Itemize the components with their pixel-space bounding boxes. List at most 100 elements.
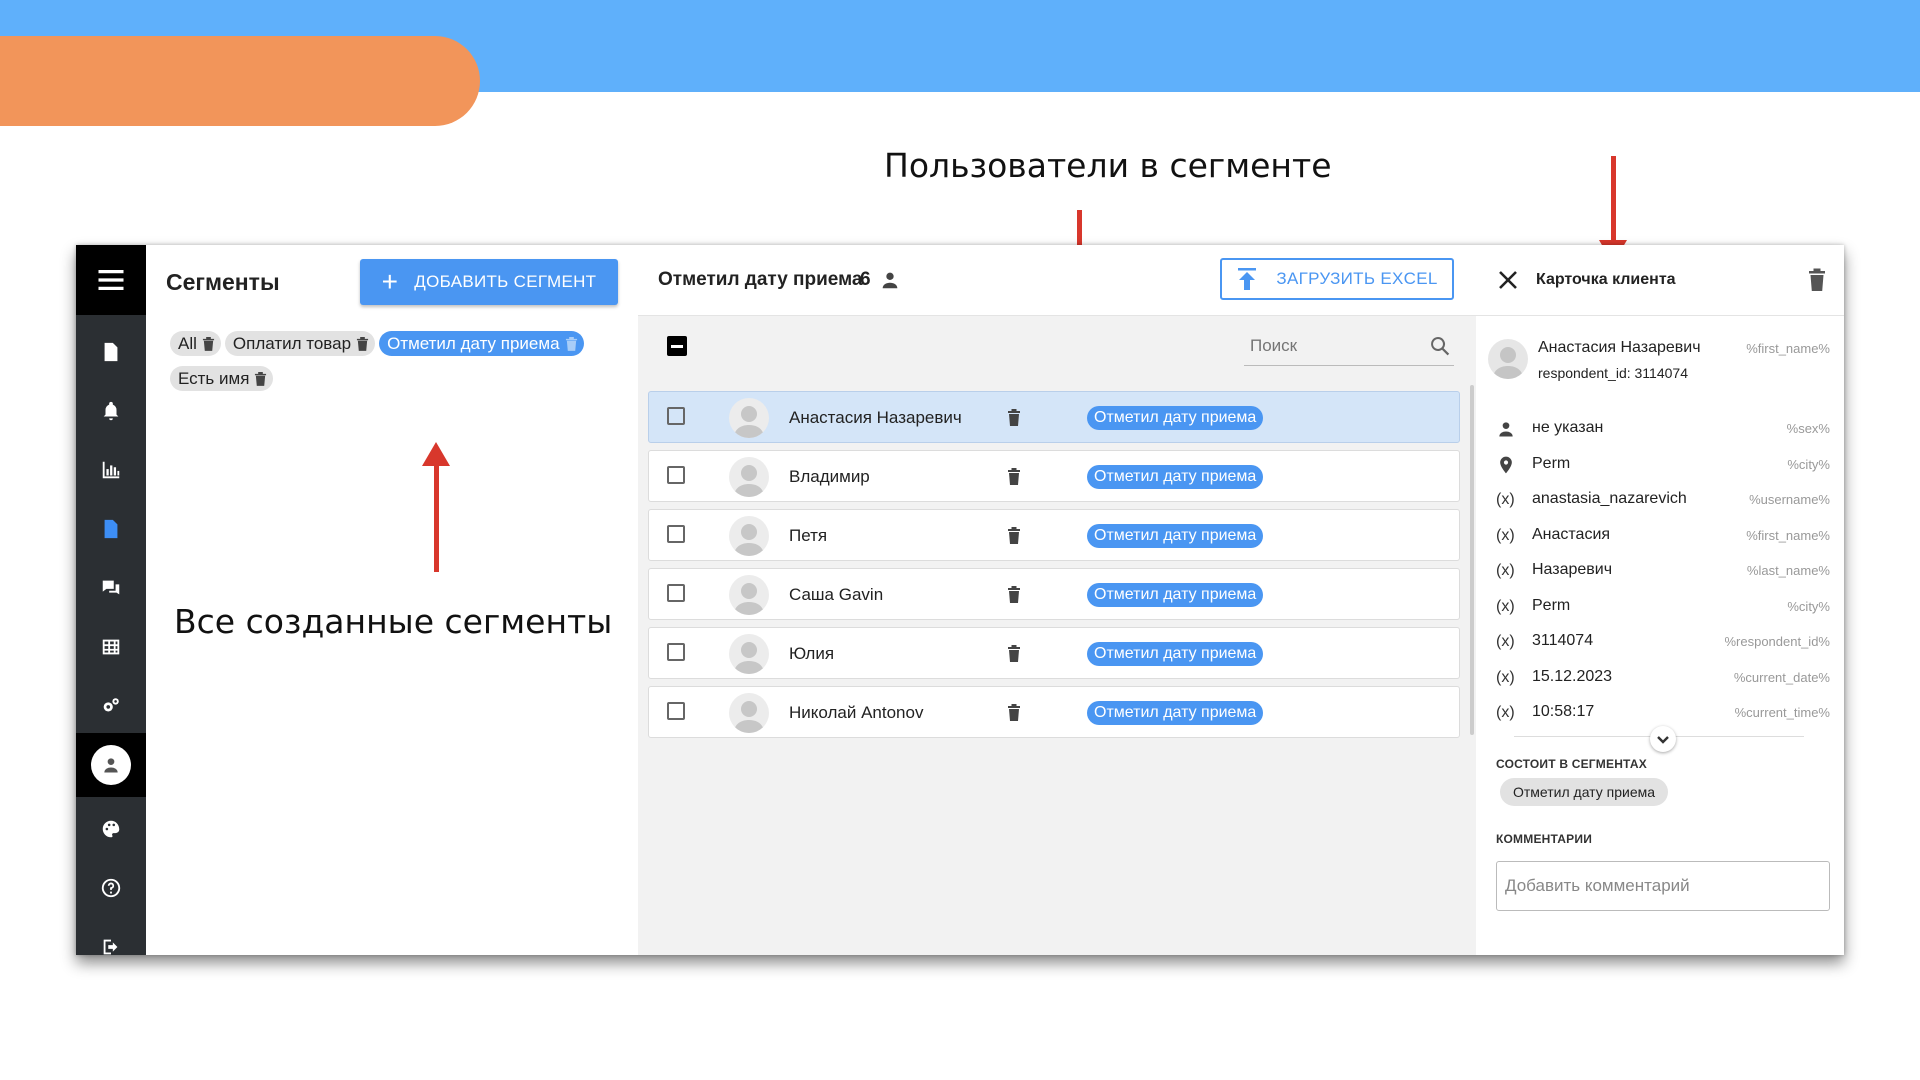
user-row[interactable]: Юлия Отметил дату приема: [648, 627, 1460, 679]
avatar: [1488, 339, 1528, 379]
sidebar-item-settings[interactable]: [76, 678, 146, 734]
attribute-variable: %city%: [1787, 599, 1830, 614]
user-row[interactable]: Николай Antonov Отметил дату приема: [648, 686, 1460, 738]
row-checkbox[interactable]: [667, 466, 685, 484]
trash-icon[interactable]: [1007, 585, 1021, 603]
upload-excel-button[interactable]: ЗАГРУЗИТЬ EXCEL: [1220, 258, 1454, 300]
menu-button[interactable]: [76, 245, 146, 315]
sidebar-item-dashboard[interactable]: [76, 801, 146, 857]
avatar: [729, 575, 769, 615]
user-row[interactable]: Владимир Отметил дату приема: [648, 450, 1460, 502]
user-row[interactable]: Саша Gavin Отметил дату приема: [648, 568, 1460, 620]
bell-icon: [103, 401, 119, 421]
users-count: 6: [860, 269, 901, 291]
sidebar-item-segments[interactable]: [76, 501, 146, 557]
attribute-value: 10:58:17: [1532, 703, 1595, 720]
user-row[interactable]: Анастасия Назаревич Отметил дату приема: [648, 391, 1460, 443]
client-segment-chip[interactable]: Отметил дату приема: [1500, 778, 1669, 806]
sidebar-item-users[interactable]: [76, 733, 146, 797]
variable-icon: (x): [1496, 598, 1515, 615]
variable-icon: (x): [1496, 633, 1515, 650]
expand-attributes-button[interactable]: [1650, 726, 1676, 752]
attribute-row-current-time: (x) 10:58:17 %current_time%: [1496, 701, 1830, 725]
select-all-checkbox[interactable]: [667, 336, 687, 356]
avatar: [729, 516, 769, 556]
sidebar-item-chats[interactable]: [76, 560, 146, 616]
table-icon: [102, 639, 120, 655]
trash-icon[interactable]: [565, 336, 578, 351]
attribute-variable: %last_name%: [1746, 563, 1830, 578]
bar-chart-icon: [102, 461, 120, 479]
client-name: Анастасия Назаревич: [1538, 339, 1701, 356]
sidebar-item-analytics[interactable]: [76, 442, 146, 498]
trash-icon[interactable]: [1007, 408, 1021, 426]
trash-icon[interactable]: [1808, 268, 1826, 292]
segment-tag: Отметил дату приема: [1087, 642, 1264, 666]
segments-title: Сегменты: [166, 269, 280, 295]
user-name: Анастасия Назаревич: [789, 408, 962, 427]
segment-tag: Отметил дату приема: [1087, 701, 1264, 725]
avatar-placeholder-icon: [734, 701, 764, 733]
segment-chip-has-name[interactable]: Есть имя: [170, 366, 274, 391]
sidebar-item-notifications[interactable]: [76, 383, 146, 439]
user-row[interactable]: Петя Отметил дату приема: [648, 509, 1460, 561]
user-name: Владимир: [789, 467, 870, 486]
attribute-variable: %sex%: [1786, 421, 1830, 436]
arrow-to-segments: [422, 442, 450, 572]
avatar-placeholder-icon: [734, 465, 764, 497]
sidebar-item-help[interactable]: [76, 860, 146, 916]
segment-chip-label: Отметил дату приема: [387, 333, 560, 353]
help-icon: [101, 878, 121, 898]
sidebar: [76, 245, 146, 955]
segment-chip-label: All: [178, 333, 197, 353]
trash-icon[interactable]: [1007, 703, 1021, 721]
document-icon: [104, 519, 118, 539]
sidebar-item-logout[interactable]: [76, 919, 146, 955]
trash-icon[interactable]: [1007, 467, 1021, 485]
trash-icon[interactable]: [356, 336, 369, 351]
trash-icon[interactable]: [1007, 644, 1021, 662]
row-checkbox[interactable]: [667, 407, 685, 425]
segment-chip-paid[interactable]: Оплатил товар: [224, 331, 376, 356]
sidebar-item-documents[interactable]: [76, 324, 146, 380]
attribute-row-current-date: (x) 15.12.2023 %current_date%: [1496, 666, 1830, 690]
attribute-variable: %city%: [1787, 457, 1830, 472]
avatar: [729, 398, 769, 438]
attribute-row-last-name: (x) Назаревич %last_name%: [1496, 559, 1830, 583]
upload-excel-label: ЗАГРУЗИТЬ EXCEL: [1276, 269, 1438, 288]
attribute-row-first-name: (x) Анастасия %first_name%: [1496, 524, 1830, 548]
attribute-row-respondent-id: (x) 3114074 %respondent_id%: [1496, 630, 1830, 654]
chevron-down-icon: [1657, 736, 1669, 744]
trash-icon[interactable]: [254, 371, 267, 386]
users-panel: Отметил дату приема 6 ЗАГРУЗИТЬ EXCEL Ан…: [638, 245, 1477, 955]
search-icon[interactable]: [1428, 334, 1452, 358]
comment-input[interactable]: [1496, 861, 1830, 911]
trash-icon[interactable]: [202, 336, 215, 351]
search-input[interactable]: [1248, 331, 1412, 361]
row-checkbox[interactable]: [667, 525, 685, 543]
sidebar-item-tables[interactable]: [76, 619, 146, 675]
row-checkbox[interactable]: [667, 584, 685, 602]
attribute-value: Анастасия: [1532, 526, 1611, 543]
row-checkbox[interactable]: [667, 643, 685, 661]
person-icon: [104, 758, 118, 773]
segment-chip-all[interactable]: All: [170, 331, 221, 356]
segment-chip-appointment[interactable]: Отметил дату приема: [379, 331, 584, 356]
user-name: Саша Gavin: [789, 585, 884, 604]
attribute-variable: %first_name%: [1746, 528, 1830, 543]
add-segment-label: ДОБАВИТЬ СЕГМЕНТ: [414, 272, 597, 291]
users-scrollbar[interactable]: [1470, 385, 1474, 735]
client-card-panel: Карточка клиента Анастасия Назаревич %fi…: [1476, 245, 1844, 955]
slide-orange-tab: [0, 36, 480, 126]
add-segment-button[interactable]: + ДОБАВИТЬ СЕГМЕНТ: [360, 259, 618, 305]
attribute-value: 15.12.2023: [1532, 668, 1613, 685]
close-icon[interactable]: [1498, 270, 1518, 290]
row-checkbox[interactable]: [667, 702, 685, 720]
variable-icon: (x): [1496, 562, 1515, 579]
trash-icon[interactable]: [1007, 526, 1021, 544]
users-count-value: 6: [860, 269, 871, 290]
variable-icon: (x): [1496, 704, 1515, 721]
avatar-placeholder-icon: [734, 642, 764, 674]
attribute-row-city: Perm %city%: [1496, 453, 1830, 477]
segments-section-label: СОСТОИТ В СЕГМЕНТАХ: [1496, 757, 1647, 771]
